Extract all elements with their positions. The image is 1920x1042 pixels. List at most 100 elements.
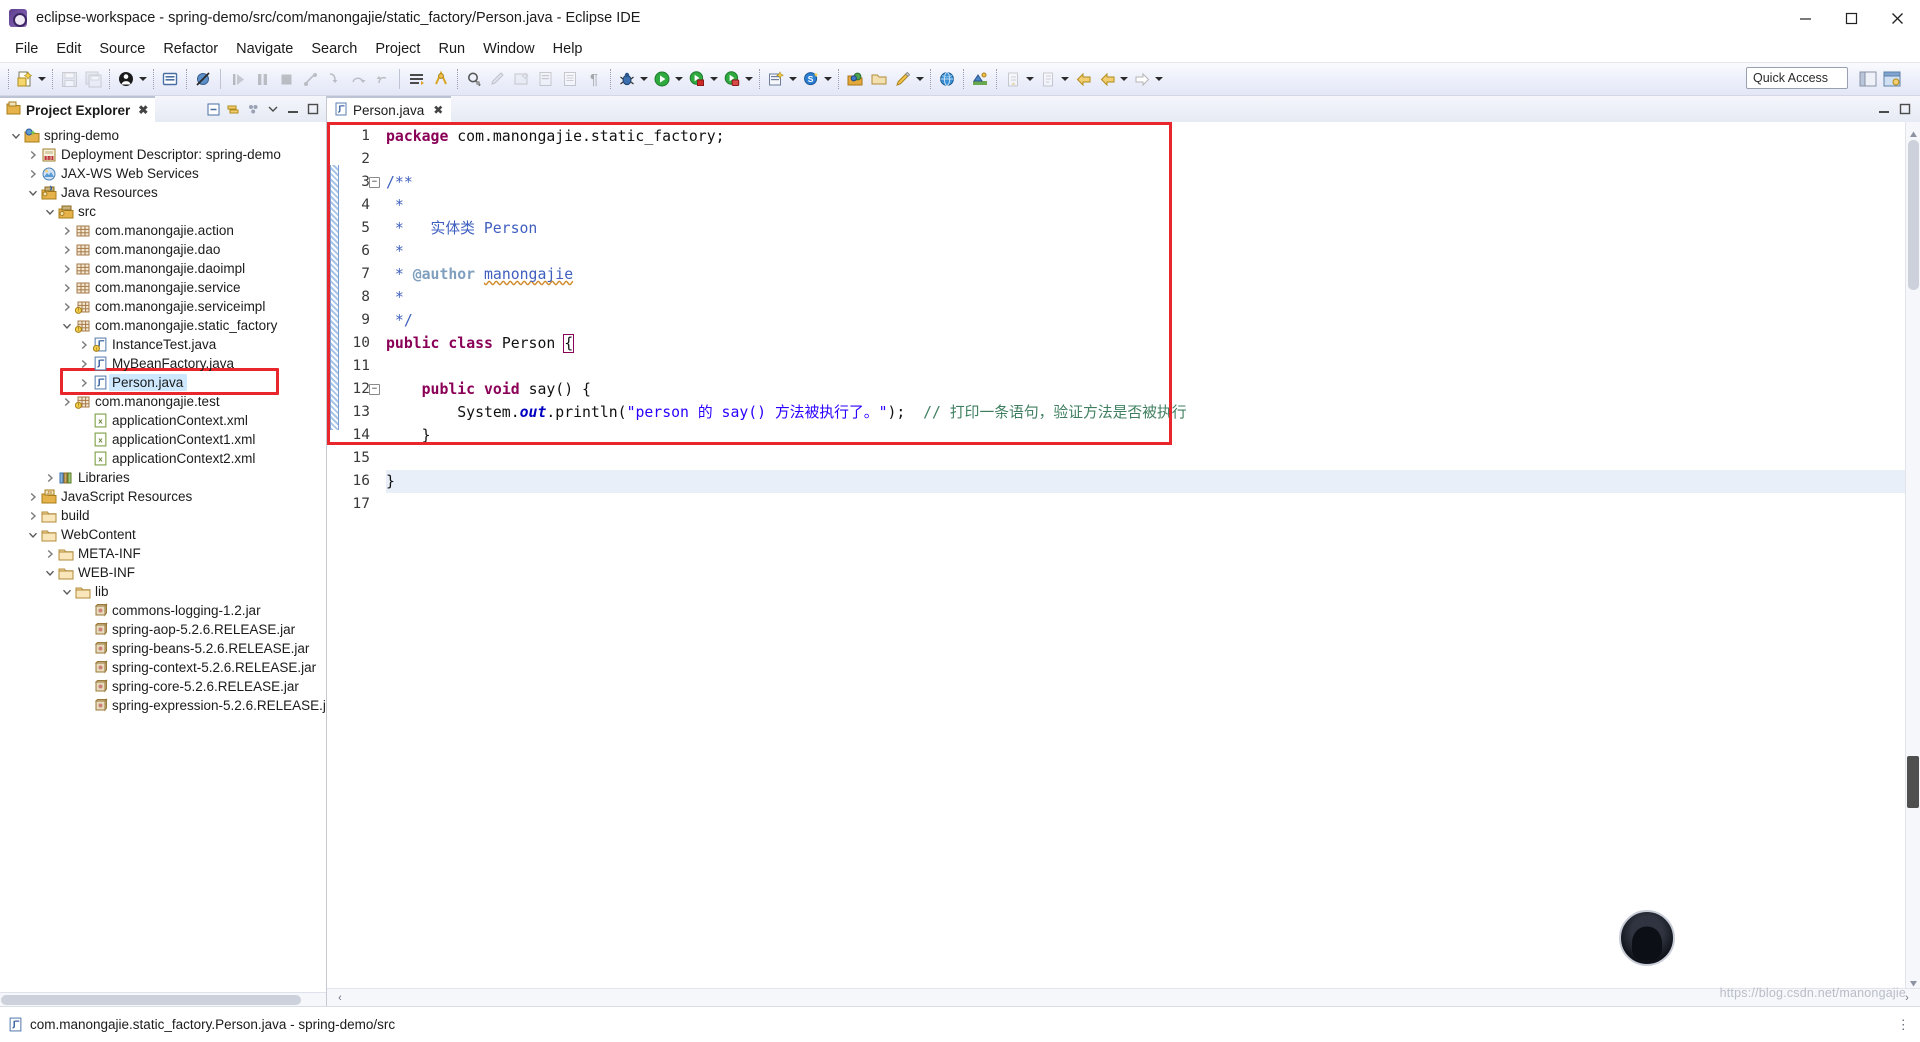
chevron-down-icon[interactable]: [59, 582, 74, 601]
menu-window[interactable]: Window: [474, 39, 544, 59]
tree-item[interactable]: x applicationContext.xml: [0, 411, 326, 430]
toolbar-suspend[interactable]: [250, 65, 274, 93]
wizard-dropdown-arrow[interactable]: [787, 68, 798, 90]
tree-item[interactable]: spring-expression-5.2.6.RELEASE.jar: [0, 696, 326, 715]
code-line[interactable]: [386, 355, 1905, 378]
chevron-right-icon[interactable]: [25, 145, 40, 164]
run-as-dropdown-arrow[interactable]: [673, 68, 684, 90]
chevron-down-icon[interactable]: [25, 525, 40, 544]
tree-item[interactable]: src: [0, 202, 326, 221]
tree-item[interactable]: JS JavaScript Resources: [0, 487, 326, 506]
chevron-right-icon[interactable]: [25, 164, 40, 183]
code-line[interactable]: public class Person {: [386, 332, 1905, 355]
code-line[interactable]: *: [386, 194, 1905, 217]
tree-item[interactable]: build: [0, 506, 326, 525]
close-icon[interactable]: ✖: [433, 103, 443, 117]
code-line[interactable]: [386, 148, 1905, 171]
toolbar-forward-history[interactable]: [1095, 65, 1130, 93]
explorer-horizontal-scrollbar[interactable]: [0, 992, 326, 1006]
tree-item[interactable]: WebContent: [0, 525, 326, 544]
chevron-right-icon[interactable]: [59, 221, 74, 240]
toolbar-new-java-class[interactable]: [158, 65, 182, 93]
maximize-editor-icon[interactable]: [1896, 100, 1914, 118]
tree-item[interactable]: spring-demo: [0, 126, 326, 145]
toolbar-build-all[interactable]: [534, 65, 558, 93]
toolbar-save-all[interactable]: [81, 65, 105, 93]
editor-vertical-scrollbar[interactable]: [1905, 122, 1920, 988]
chevron-right-icon[interactable]: [59, 240, 74, 259]
link-with-editor-icon[interactable]: [224, 100, 242, 118]
chevron-right-icon[interactable]: [76, 335, 91, 354]
code-editor[interactable]: 1 2 3− 4 5 6 7 8 9 10 11 12− 13 14 15 16 17 package com.…: [327, 122, 1920, 988]
maximize-button[interactable]: [1828, 0, 1874, 36]
toolbar-debug-tool[interactable]: [429, 65, 453, 93]
tree-item[interactable]: 3.0 Deployment Descriptor: spring-demo: [0, 145, 326, 164]
toolbar-open-perspective[interactable]: [968, 65, 992, 93]
chevron-right-icon[interactable]: [59, 392, 74, 411]
code-content[interactable]: package com.manongajie.static_factory; /…: [372, 122, 1905, 988]
toolbar-forward[interactable]: [1130, 65, 1165, 93]
toolbar-coverage-as[interactable]: [685, 65, 720, 93]
scrollbar-thumb[interactable]: [1908, 140, 1919, 290]
prev-edit-dropdown-arrow[interactable]: [1059, 68, 1070, 90]
toolbar-step-return[interactable]: [370, 65, 394, 93]
collapse-all-icon[interactable]: [204, 100, 222, 118]
tree-item[interactable]: x applicationContext2.xml: [0, 449, 326, 468]
toolbar-debug-as[interactable]: [615, 65, 650, 93]
chevron-down-icon[interactable]: [42, 202, 57, 221]
chevron-right-icon[interactable]: [42, 468, 57, 487]
tree-item[interactable]: com.manongajie.service: [0, 278, 326, 297]
menu-file[interactable]: File: [6, 39, 47, 59]
tree-item[interactable]: lib: [0, 582, 326, 601]
code-line[interactable]: }: [386, 424, 1905, 447]
menu-search[interactable]: Search: [302, 39, 366, 59]
tree-item[interactable]: ! com.manongajie.test: [0, 392, 326, 411]
toolbar-back[interactable]: [1071, 65, 1095, 93]
toolbar-pencil[interactable]: [486, 65, 510, 93]
toolbar-previous-edit-loc[interactable]: [1036, 65, 1071, 93]
menu-source[interactable]: Source: [90, 39, 154, 59]
toolbar-open-console[interactable]: [405, 65, 429, 93]
toolbar-disconnect[interactable]: [298, 65, 322, 93]
chevron-right-icon[interactable]: [25, 487, 40, 506]
open-type-dropdown-arrow[interactable]: [137, 68, 148, 90]
toolbar-open-task[interactable]: [843, 65, 867, 93]
toolbar-search-repo[interactable]: S: [799, 65, 834, 93]
tree-item[interactable]: Libraries: [0, 468, 326, 487]
toolbar-step-over[interactable]: [346, 65, 370, 93]
tree-item[interactable]: com.manongajie.daoimpl: [0, 259, 326, 278]
coverage-dropdown-arrow[interactable]: [708, 68, 719, 90]
tab-project-explorer[interactable]: Project Explorer ✖: [0, 96, 156, 122]
toolbar-terminate[interactable]: [274, 65, 298, 93]
code-line[interactable]: package com.manongajie.static_factory;: [386, 125, 1905, 148]
tree-item[interactable]: com.manongajie.action: [0, 221, 326, 240]
minimize-view-icon[interactable]: [284, 100, 302, 118]
maximize-view-icon[interactable]: [304, 100, 322, 118]
toolbar-resume[interactable]: [226, 65, 250, 93]
menu-project[interactable]: Project: [366, 39, 429, 59]
chevron-down-icon[interactable]: [42, 563, 57, 582]
toolbar-run-server[interactable]: [720, 65, 755, 93]
toolbar-open-web-browser[interactable]: [935, 65, 959, 93]
tree-item[interactable]: x applicationContext1.xml: [0, 430, 326, 449]
code-line[interactable]: */: [386, 309, 1905, 332]
tree-item[interactable]: Person.java: [0, 373, 326, 392]
tree-item[interactable]: com.manongajie.dao: [0, 240, 326, 259]
minimize-button[interactable]: [1782, 0, 1828, 36]
toolbar-save[interactable]: [57, 65, 81, 93]
tree-item[interactable]: ! com.manongajie.static_factory: [0, 316, 326, 335]
chevron-right-icon[interactable]: [59, 259, 74, 278]
toolbar-outline-doc[interactable]: [558, 65, 582, 93]
menu-help[interactable]: Help: [544, 39, 592, 59]
code-line[interactable]: *: [386, 240, 1905, 263]
new-wizard-dropdown-arrow[interactable]: [36, 68, 47, 90]
code-line[interactable]: }: [386, 470, 1905, 493]
chevron-right-icon[interactable]: [25, 506, 40, 525]
forward-dropdown-arrow[interactable]: [1153, 68, 1164, 90]
perspective-java-ee-icon[interactable]: [1858, 69, 1878, 94]
quick-access-input[interactable]: Quick Access: [1746, 67, 1848, 89]
marker-pen-dropdown-arrow[interactable]: [914, 68, 925, 90]
code-line[interactable]: public void say() {: [386, 378, 1905, 401]
toolbar-search[interactable]: [462, 65, 486, 93]
run-server-dropdown-arrow[interactable]: [743, 68, 754, 90]
